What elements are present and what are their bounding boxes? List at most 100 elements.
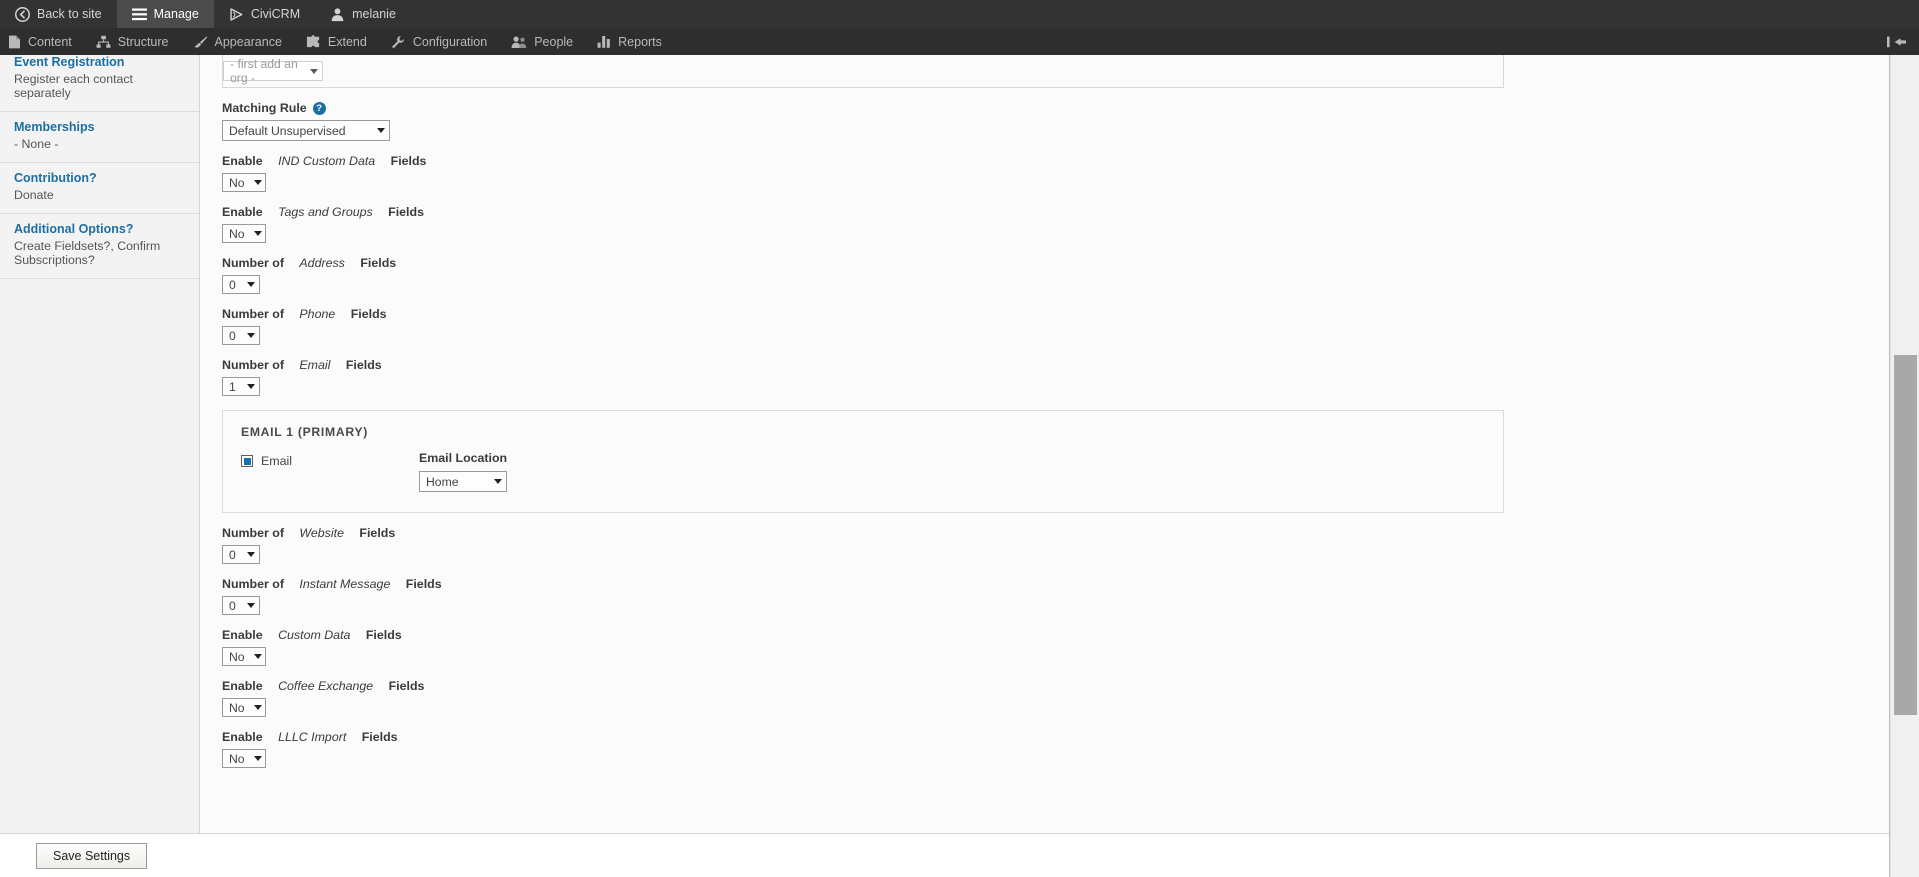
label-emphasis: Instant Message [299, 577, 391, 591]
email-location-select[interactable]: Home [419, 471, 507, 492]
label-prefix: Enable [222, 154, 263, 168]
sidebar-item-memberships[interactable]: Memberships - None - [0, 112, 199, 163]
toolbar-civicrm[interactable]: CiviCRM [214, 0, 315, 28]
sidebar-item-contribution-subtitle: Donate [14, 188, 54, 202]
label-suffix: Fields [359, 526, 396, 540]
back-arrow-icon [15, 6, 30, 22]
select-value: No [229, 226, 245, 241]
toolbar-primary-row: Back to site Manage CiviCRM melanie [0, 0, 1919, 28]
label-suffix: Fields [350, 307, 387, 321]
email-checkbox-label: Email [261, 454, 292, 468]
chevron-down-icon [253, 705, 262, 710]
field-email-count-select[interactable]: 1 [222, 377, 260, 396]
toolbar-item-configuration[interactable]: Configuration [383, 28, 503, 55]
sidebar-item-event-registration[interactable]: Event Registration Register each contact… [0, 55, 199, 112]
sidebar-item-memberships-title[interactable]: Memberships [14, 120, 185, 135]
field-tags-and-groups-select[interactable]: No [222, 224, 266, 243]
field-tags-and-groups: Enable Tags and Groups Fields No [222, 205, 1875, 243]
chevron-down-icon [247, 282, 255, 287]
field-custom-data: Enable Custom Data Fields No [222, 628, 1875, 666]
label-prefix: Enable [222, 628, 263, 642]
organization-select-value: - first add an org - [230, 57, 298, 85]
toolbar-item-structure[interactable]: Structure [88, 28, 185, 55]
matching-rule-select[interactable]: Default Unsupervised [222, 120, 390, 141]
field-email-count-label: Number of Email Fields [222, 358, 1875, 372]
toolbar-item-configuration-label: Configuration [412, 34, 488, 49]
paintbrush-icon [193, 35, 208, 49]
sidebar-item-contribution[interactable]: Contribution? Donate [0, 163, 199, 214]
sidebar-item-event-registration-subtitle: Register each contact separately [14, 72, 133, 100]
label-suffix: Fields [390, 154, 427, 168]
toolbar-manage[interactable]: Manage [116, 0, 214, 28]
email-location-column: Email Location Home [419, 451, 507, 492]
toolbar-civicrm-label: CiviCRM [250, 7, 301, 21]
label-prefix: Enable [222, 205, 263, 219]
field-lllc-import-select[interactable]: No [222, 749, 266, 768]
chevron-down-icon [253, 231, 262, 236]
sidebar-item-additional-options-title[interactable]: Additional Options? [14, 222, 185, 237]
email-checkbox[interactable] [241, 455, 253, 467]
field-website-count-select[interactable]: 0 [222, 545, 260, 564]
page-scrollbar-track[interactable] [1890, 55, 1919, 877]
field-ind-custom-data: Enable IND Custom Data Fields No [222, 154, 1875, 192]
label-suffix: Fields [365, 628, 402, 642]
email-location-label: Email Location [419, 451, 508, 465]
toolbar-back-to-site[interactable]: Back to site [0, 0, 117, 28]
label-emphasis: Address [299, 256, 345, 270]
sidebar-item-memberships-subtitle: - None - [14, 137, 59, 151]
toolbar-secondary-row: Content Structure Appearance Extend Conf… [0, 28, 1919, 55]
toolbar-item-content[interactable]: Content [0, 28, 88, 55]
email-checkbox-wrapper[interactable]: Email [241, 454, 419, 468]
email-1-fieldset-legend: EMAIL 1 (PRIMARY) [241, 425, 369, 439]
organization-panel: - first add an org - [222, 55, 1504, 88]
field-lllc-import: Enable LLLC Import Fields No [222, 730, 1875, 768]
matching-rule-label: Matching Rule ? [222, 101, 1875, 115]
hamburger-icon [131, 7, 147, 21]
inner-scrollbar[interactable] [1882, 55, 1889, 833]
field-coffee-exchange: Enable Coffee Exchange Fields No [222, 679, 1875, 717]
toolbar-user-account[interactable]: melanie [315, 0, 411, 28]
field-phone-count: Number of Phone Fields 0 [222, 307, 1875, 345]
chevron-down-icon [494, 479, 502, 484]
chevron-down-icon [310, 68, 318, 74]
field-coffee-exchange-select[interactable]: No [222, 698, 266, 717]
toolbar-item-structure-label: Structure [117, 34, 169, 49]
save-settings-button[interactable]: Save Settings [36, 842, 148, 869]
page-scrollbar-thumb[interactable] [1894, 355, 1917, 715]
sidebar-item-additional-options-subtitle: Create Fieldsets?, Confirm Subscriptions… [14, 239, 161, 267]
email-1-fieldset-row: Email Email Location Home [241, 451, 1485, 492]
sidebar-item-contribution-title[interactable]: Contribution? [14, 171, 185, 186]
toolbar-item-content-label: Content [28, 34, 72, 49]
help-icon[interactable]: ? [312, 101, 326, 115]
sidebar-item-additional-options[interactable]: Additional Options? Create Fieldsets?, C… [0, 214, 199, 279]
toolbar-item-reports[interactable]: Reports [589, 28, 678, 55]
structure-icon [96, 35, 111, 49]
chevron-down-icon [247, 552, 255, 557]
organization-select[interactable]: - first add an org - [223, 57, 323, 85]
field-website-count-label: Number of Website Fields [222, 526, 1875, 540]
field-phone-count-select[interactable]: 0 [222, 326, 260, 345]
user-icon [330, 7, 345, 22]
admin-toolbar: Back to site Manage CiviCRM melanie Cont… [0, 0, 1919, 55]
chevron-down-icon [377, 128, 385, 133]
field-ind-custom-data-select[interactable]: No [222, 173, 266, 192]
label-emphasis: Coffee Exchange [278, 679, 374, 693]
label-emphasis: Email [299, 358, 331, 372]
toolbar-item-people-label: People [534, 34, 574, 49]
label-prefix: Number of [222, 577, 284, 591]
columns: Event Registration Register each contact… [0, 55, 1889, 833]
field-instant-message-count: Number of Instant Message Fields 0 [222, 577, 1875, 615]
toolbar-item-appearance[interactable]: Appearance [185, 28, 298, 55]
label-emphasis: IND Custom Data [278, 154, 376, 168]
label-emphasis: Website [299, 526, 344, 540]
page-body: Event Registration Register each contact… [0, 55, 1919, 877]
select-value: 0 [229, 598, 236, 613]
field-custom-data-select[interactable]: No [222, 647, 266, 666]
toolbar-item-extend[interactable]: Extend [298, 28, 383, 55]
collapse-toolbar-icon[interactable] [1877, 28, 1919, 55]
field-instant-message-count-select[interactable]: 0 [222, 596, 260, 615]
sidebar-item-event-registration-title[interactable]: Event Registration [14, 55, 185, 70]
toolbar-item-people[interactable]: People [503, 28, 589, 55]
people-icon [511, 35, 527, 49]
field-address-count-select[interactable]: 0 [222, 275, 260, 294]
